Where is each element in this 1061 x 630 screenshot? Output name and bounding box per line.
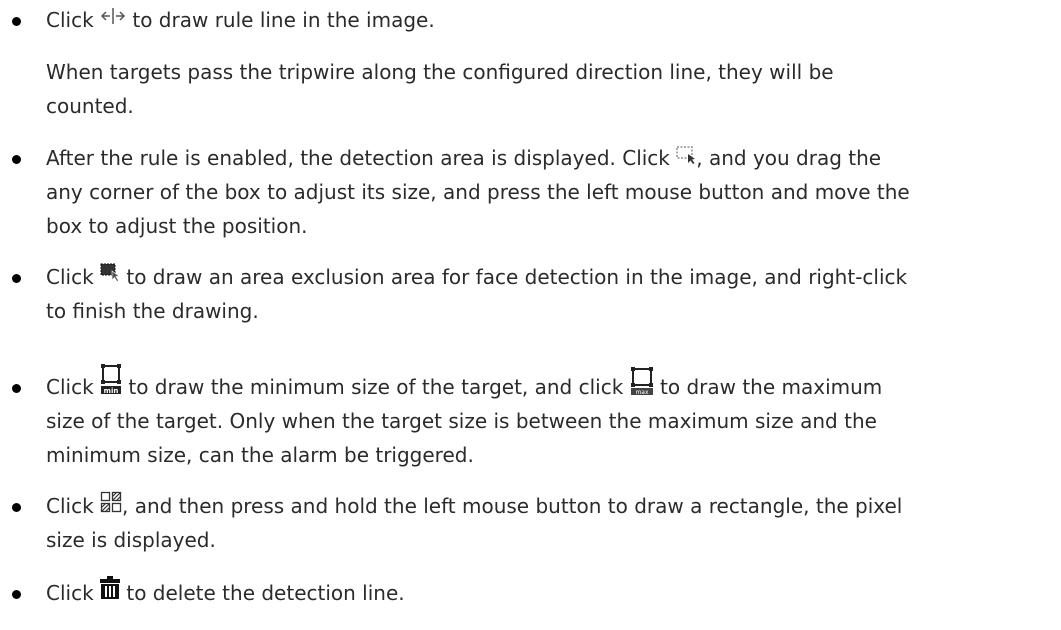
item-text: minimum size, can the alarm be triggered… <box>46 443 474 467</box>
bullet-icon <box>12 384 21 393</box>
item-text: box to adjust the position. <box>46 214 308 238</box>
bullet-icon <box>12 274 21 283</box>
item-text: Click <box>46 494 101 518</box>
detection-area-icon <box>676 145 696 164</box>
item-text: Click <box>46 8 101 32</box>
item-text: any corner of the box to adjust its size… <box>46 180 910 204</box>
svg-text:max: max <box>635 389 649 396</box>
item-text: to delete the detection line. <box>120 581 405 605</box>
bullet-icon <box>12 590 21 599</box>
svg-text:min: min <box>104 387 119 395</box>
item-text: to finish the drawing. <box>46 299 259 323</box>
bullet-icon <box>12 155 21 164</box>
delete-icon <box>100 575 121 600</box>
item-text: Click <box>46 375 101 399</box>
item-text: , and you drag the <box>696 146 882 170</box>
item-text: size of the target. Only when the target… <box>46 409 877 433</box>
item-text: to draw rule line in the image. <box>126 8 435 32</box>
bullet-icon <box>12 503 21 512</box>
item-text: to draw the maximum <box>653 375 883 399</box>
rule-line-icon <box>100 7 126 25</box>
item-text: to draw an area exclusion area for face … <box>120 265 908 289</box>
item-text: size is displayed. <box>46 528 216 552</box>
bullet-icon <box>12 17 21 26</box>
max-size-icon: max <box>630 366 654 396</box>
item-text: After the rule is enabled, the detection… <box>46 146 677 170</box>
item-text: Click <box>46 581 101 605</box>
exclusion-area-icon <box>100 263 120 282</box>
pixel-counter-icon <box>100 491 122 513</box>
item-text: , and then press and hold the left mouse… <box>122 494 903 518</box>
note-line: counted. <box>46 94 134 118</box>
item-text: Click <box>46 265 101 289</box>
min-size-icon: min <box>100 363 122 395</box>
note-line: When targets pass the tripwire along the… <box>46 60 834 84</box>
item-text: to draw the minimum size of the target, … <box>122 375 630 399</box>
